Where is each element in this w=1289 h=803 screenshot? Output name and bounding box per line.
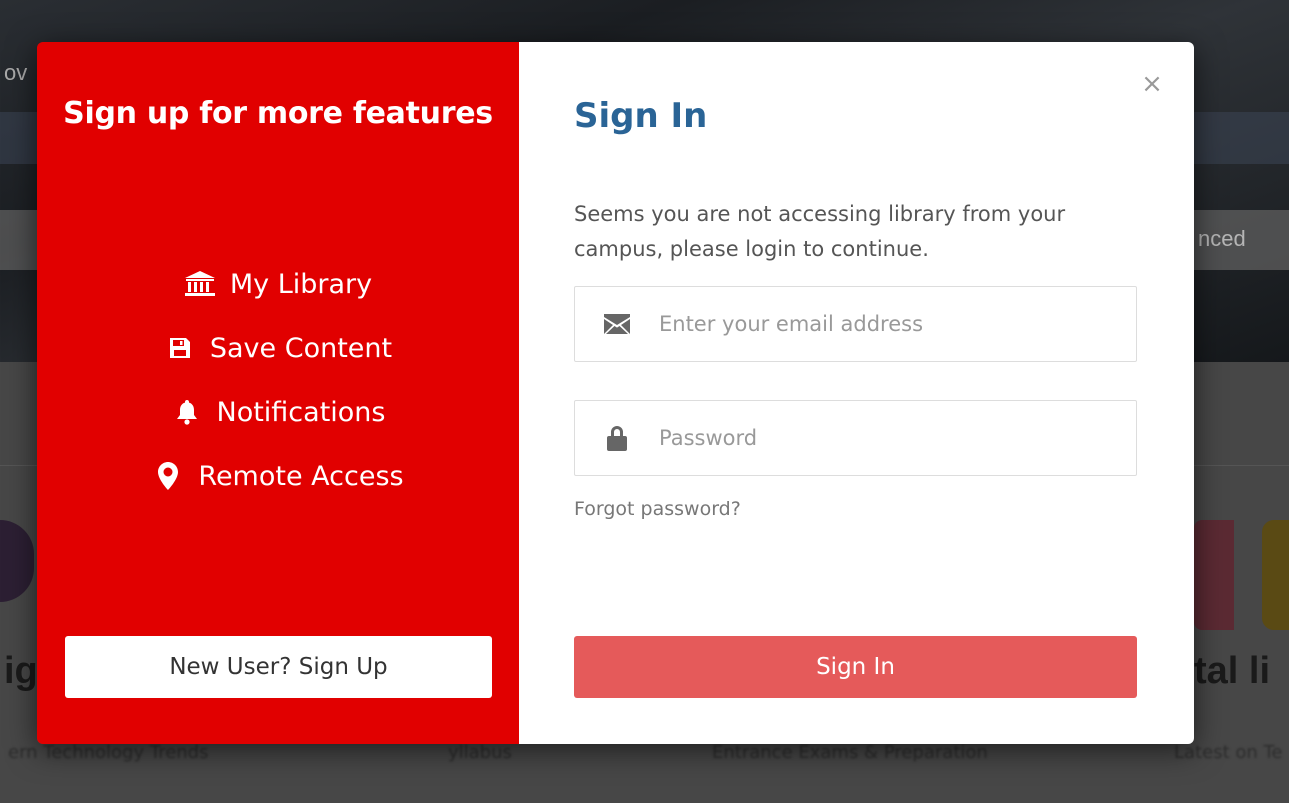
background-footer-item: Entrance Exams & Preparation [712, 742, 988, 763]
background-graphic-far-right [1262, 520, 1289, 630]
new-user-signup-button[interactable]: New User? Sign Up [65, 636, 492, 698]
bell-icon [171, 398, 203, 426]
password-input[interactable] [659, 401, 1136, 475]
forgot-password-link[interactable]: Forgot password? [574, 498, 741, 520]
login-modal: Sign up for more features My Library Sav… [37, 42, 1194, 744]
background-graphic-right [1194, 520, 1234, 630]
promo-title: Sign up for more features [63, 96, 493, 131]
feature-item-remote-access: Remote Access [37, 444, 519, 508]
envelope-icon [575, 314, 659, 334]
background-heading-right: tal li [1194, 650, 1271, 692]
lock-icon [575, 425, 659, 451]
background-heading-left: ig [4, 650, 38, 692]
email-input[interactable] [659, 287, 1136, 361]
feature-label: Save Content [209, 332, 393, 364]
background-footer-item: Latest on Te [1174, 742, 1283, 763]
signup-promo-panel: Sign up for more features My Library Sav… [37, 42, 519, 744]
email-field[interactable] [574, 286, 1137, 362]
map-marker-icon [152, 462, 184, 490]
background-nav-text: ov [4, 60, 28, 85]
background-advanced-text: nced [1198, 226, 1246, 251]
feature-item-my-library: My Library [37, 252, 519, 316]
signin-title: Sign In [574, 96, 708, 136]
feature-label: Remote Access [198, 460, 404, 492]
feature-label: Notifications [216, 396, 386, 428]
floppy-disk-icon [164, 334, 196, 362]
campus-access-notice: Seems you are not accessing library from… [574, 202, 1066, 261]
background-footer-item: yllabus [448, 742, 512, 763]
background-footer-item: ern Technology Trends [8, 742, 209, 763]
feature-label: My Library [229, 268, 373, 300]
bank-icon [184, 270, 216, 298]
feature-list: My Library Save Content Notifications Re… [37, 252, 519, 508]
feature-item-notifications: Notifications [37, 380, 519, 444]
close-icon[interactable]: × [1140, 71, 1164, 97]
signin-button[interactable]: Sign In [574, 636, 1137, 698]
feature-item-save-content: Save Content [37, 316, 519, 380]
password-field[interactable] [574, 400, 1137, 476]
signin-panel: × Sign In Seems you are not accessing li… [519, 42, 1194, 744]
